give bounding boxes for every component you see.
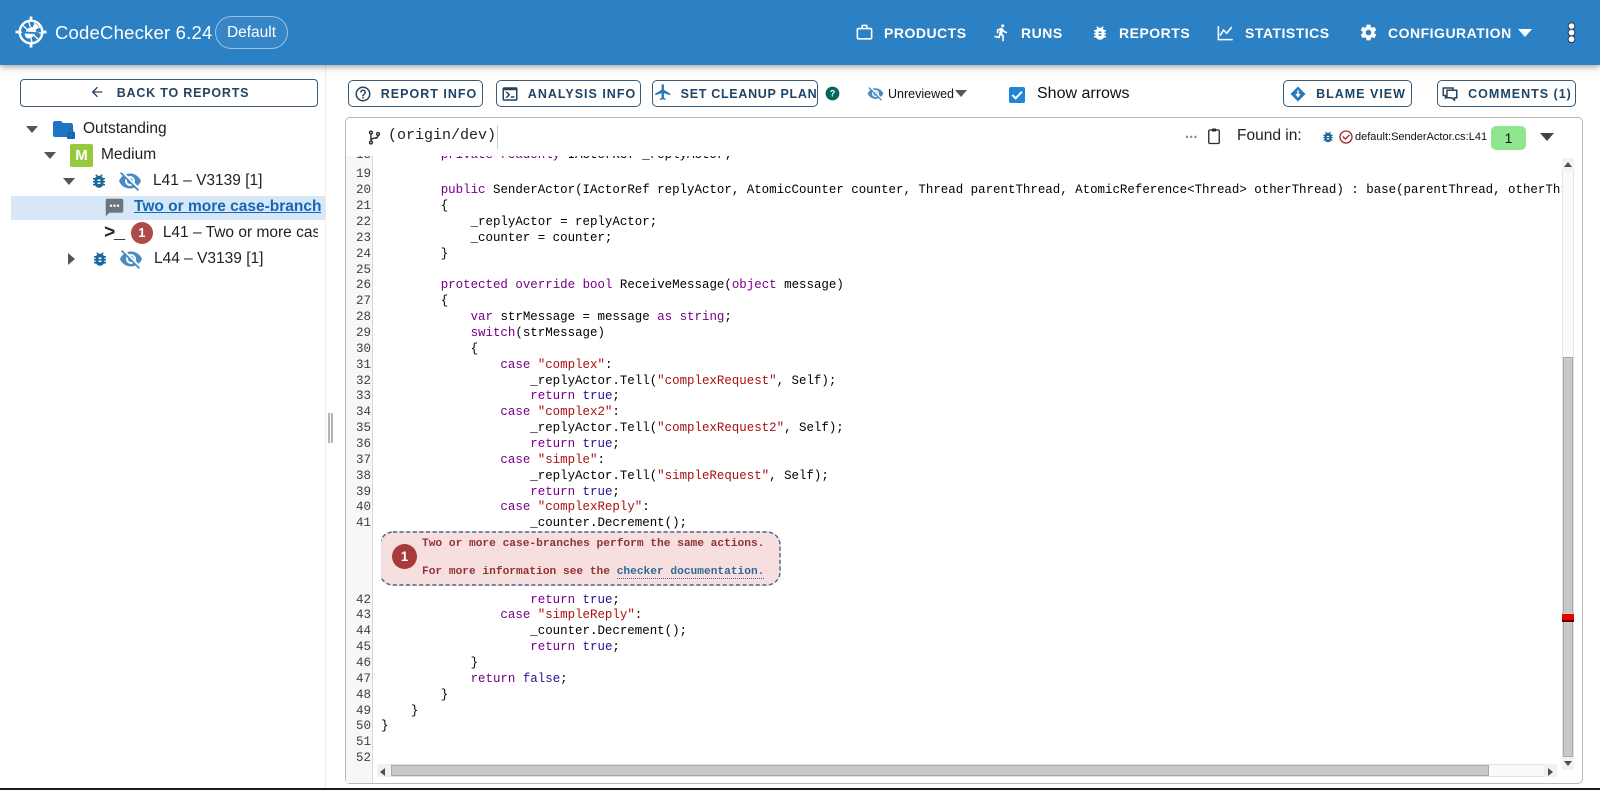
svg-text:?: ? [830, 89, 835, 99]
